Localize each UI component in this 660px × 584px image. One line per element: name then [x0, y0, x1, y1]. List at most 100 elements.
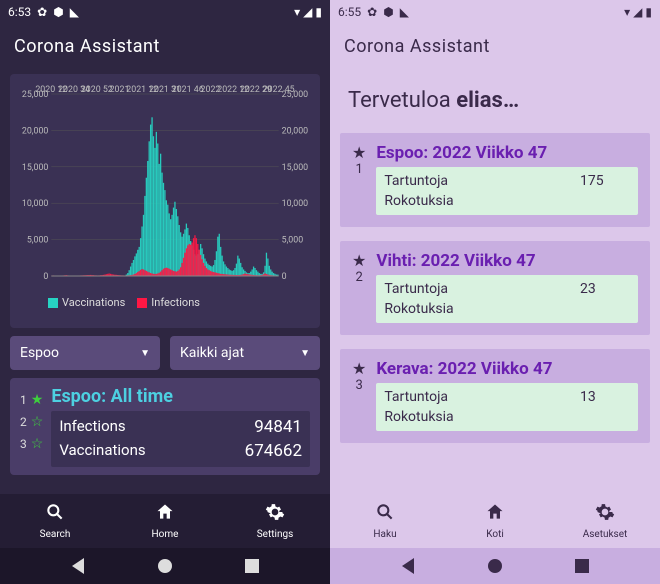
shield-icon: ⬢	[53, 6, 63, 18]
welcome-heading: Tervetuloa elias…	[340, 74, 650, 125]
row-label: Tartuntoja	[384, 281, 448, 297]
nav-settings[interactable]: Settings	[220, 494, 330, 548]
appbar: Corona Assistant	[330, 24, 660, 68]
wifi-icon: ▾	[624, 6, 630, 18]
row-label: Tartuntoja	[384, 389, 448, 405]
nav-search[interactable]: Search	[0, 494, 110, 548]
svg-text:10,000: 10,000	[22, 199, 49, 209]
signal-icon: ◢	[633, 6, 642, 18]
nav-settings[interactable]: Asetukset	[550, 494, 660, 548]
star-icon[interactable]: ☆	[31, 436, 44, 452]
svg-text:15,000: 15,000	[22, 163, 49, 173]
rank-column: 1★ 2☆ 3☆	[20, 386, 43, 467]
back-button[interactable]	[69, 557, 87, 575]
svg-text:20,000: 20,000	[282, 126, 309, 136]
tag-icon: ◣	[400, 6, 409, 18]
recents-button[interactable]	[573, 557, 591, 575]
row-label: Tartuntoja	[384, 173, 448, 189]
card-table: Tartuntoja23Rokotuksia	[376, 275, 638, 323]
home-icon	[485, 502, 505, 527]
app-title: Corona Assistant	[14, 36, 160, 57]
battery-icon: ▮	[645, 6, 652, 18]
shield-icon: ⬢	[383, 6, 393, 18]
card-title: Espoo: 2022 Viikko 47	[376, 143, 638, 163]
bottom-nav: Search Home Settings	[0, 494, 330, 548]
card-rank: ★ 3	[352, 359, 366, 431]
system-nav	[0, 548, 330, 584]
nav-home[interactable]: Home	[110, 494, 220, 548]
time-series-chart: 0 0 5,000 5,000 10,000 10,000 15,000 15,000 20,0…	[18, 80, 312, 294]
chart-legend: Vaccinations Infections	[18, 294, 312, 309]
svg-text:10,000: 10,000	[282, 199, 309, 209]
row-label: Vaccinations	[59, 441, 145, 461]
card-rank: ★ 2	[352, 251, 366, 323]
statusbar: 6:53 ✿ ⬢ ◣ ▾ ◢ ▮	[0, 0, 330, 24]
home-button[interactable]	[156, 557, 174, 575]
svg-text:5,000: 5,000	[282, 236, 304, 246]
region-dropdown[interactable]: Espoo ▼	[10, 336, 160, 370]
statusbar: 6:55 ✿ ⬢ ◣ ▾ ◢ ▮	[330, 0, 660, 24]
signal-icon: ◢	[303, 6, 312, 18]
app-title: Corona Assistant	[344, 36, 490, 57]
chart-container: 0 0 5,000 5,000 10,000 10,000 15,000 15,000 20,0…	[10, 74, 320, 328]
svg-text:15,000: 15,000	[282, 163, 309, 173]
star-icon[interactable]: ★	[352, 143, 366, 162]
svg-text:0: 0	[282, 272, 287, 282]
recents-button[interactable]	[243, 557, 261, 575]
search-icon	[45, 502, 65, 527]
screen-home: 6:55 ✿ ⬢ ◣ ▾ ◢ ▮ Corona Assistant Tervet…	[330, 0, 660, 584]
card-table: Tartuntoja 175 Rokotuksia	[376, 167, 638, 215]
home-icon	[155, 502, 175, 527]
svg-text:0: 0	[43, 272, 48, 282]
favorite-card[interactable]: ★ 2 Vihti: 2022 Viikko 47 Tartuntoja23Ro…	[340, 241, 650, 335]
region-dropdown-value: Espoo	[20, 345, 59, 361]
chevron-down-icon: ▼	[140, 348, 150, 359]
screen-search: 6:53 ✿ ⬢ ◣ ▾ ◢ ▮ Corona Assistant 0 0 5,00…	[0, 0, 330, 584]
row-value: 23	[580, 281, 630, 297]
wifi-icon: ▾	[294, 6, 300, 18]
row-value	[580, 193, 630, 209]
summary-table: Infections 94841 Vaccinations 674662	[51, 411, 310, 467]
search-icon	[375, 502, 395, 527]
svg-text:2020 52: 2020 52	[81, 85, 113, 95]
row-label: Rokotuksia	[384, 193, 453, 209]
system-nav	[330, 548, 660, 584]
star-icon[interactable]: ☆	[31, 414, 44, 430]
star-icon[interactable]: ★	[352, 359, 366, 378]
svg-text:2022 45: 2022 45	[263, 85, 295, 95]
legend-vaccinations: Vaccinations	[62, 296, 125, 309]
star-icon[interactable]: ★	[352, 251, 366, 270]
appbar: Corona Assistant	[0, 24, 330, 68]
status-time: 6:55	[338, 5, 361, 19]
chevron-down-icon: ▼	[300, 348, 310, 359]
favorite-card[interactable]: ★ 3 Kerava: 2022 Viikko 47 Tartuntoja13R…	[340, 349, 650, 443]
row-value: 674662	[245, 441, 302, 461]
svg-text:20,000: 20,000	[22, 126, 49, 136]
row-value	[580, 301, 630, 317]
row-value: 94841	[254, 417, 302, 437]
summary-card: 1★ 2☆ 3☆ Espoo: All time Infections 9484…	[10, 378, 320, 475]
timerange-dropdown[interactable]: Kaikki ajat ▼	[170, 336, 320, 370]
card-table: Tartuntoja13Rokotuksia	[376, 383, 638, 431]
legend-infections: Infections	[151, 296, 200, 309]
card-title: Vihti: 2022 Viikko 47	[376, 251, 638, 271]
tag-icon: ◣	[70, 6, 79, 18]
back-button[interactable]	[399, 557, 417, 575]
row-label: Rokotuksia	[384, 409, 453, 425]
nav-home[interactable]: Koti	[440, 494, 550, 548]
row-value	[580, 409, 630, 425]
favorite-card[interactable]: ★ 1 Espoo: 2022 Viikko 47 Tartuntoja175R…	[340, 133, 650, 227]
svg-text:5,000: 5,000	[27, 236, 49, 246]
gear-icon	[265, 502, 285, 527]
nav-search[interactable]: Haku	[330, 494, 440, 548]
home-button[interactable]	[486, 557, 504, 575]
summary-title: Espoo: All time	[51, 386, 310, 407]
row-value: 175	[580, 173, 630, 189]
svg-text:2021 46: 2021 46	[172, 85, 204, 95]
gear-icon	[595, 502, 615, 527]
gear-icon: ✿	[367, 6, 377, 18]
status-time: 6:53	[8, 5, 31, 19]
gear-icon: ✿	[37, 6, 47, 18]
star-icon[interactable]: ★	[31, 392, 44, 408]
card-title: Kerava: 2022 Viikko 47	[376, 359, 638, 379]
